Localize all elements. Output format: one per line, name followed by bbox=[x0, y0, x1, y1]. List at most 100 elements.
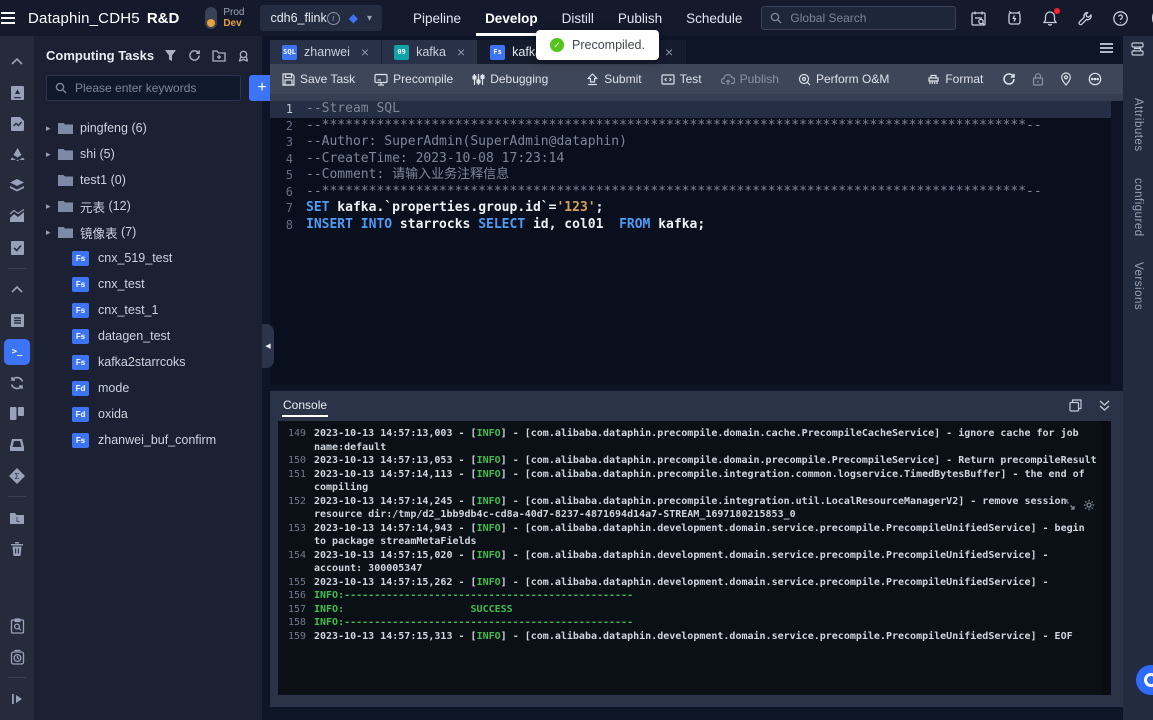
task-file-row[interactable]: Fs cnx_test_1 bbox=[46, 297, 250, 323]
rail-doc-list-icon[interactable] bbox=[0, 305, 34, 336]
rail-collapse-up2-icon[interactable] bbox=[0, 274, 34, 305]
rail-doc-chart-icon[interactable] bbox=[0, 108, 34, 139]
refresh-icon[interactable] bbox=[1002, 72, 1016, 86]
info-icon[interactable]: i bbox=[327, 12, 340, 25]
global-search[interactable] bbox=[761, 6, 956, 30]
rail-kanban-icon[interactable] bbox=[0, 398, 34, 429]
task-file-row[interactable]: Fd oxida bbox=[46, 401, 250, 427]
rail-doc-check-icon[interactable] bbox=[0, 232, 34, 263]
rail-doc-person-icon[interactable] bbox=[0, 77, 34, 108]
right-panel-tab[interactable]: Versions bbox=[1132, 262, 1144, 310]
precompile-button[interactable]: Precompile bbox=[374, 72, 453, 86]
perform-om-button[interactable]: Perform O&M bbox=[798, 72, 889, 86]
expand-arrow-icon[interactable]: ▸ bbox=[46, 123, 58, 134]
more-options-icon[interactable] bbox=[1088, 72, 1102, 86]
sql-code-editor[interactable]: 1 --Stream SQL 2 --*********************… bbox=[270, 94, 1123, 385]
save-task-button[interactable]: Save Task bbox=[282, 72, 355, 86]
lock-icon[interactable] bbox=[1032, 72, 1044, 86]
task-file-row[interactable]: Fs zhanwei_buf_confirm bbox=[46, 427, 250, 453]
project-name: cdh6_flink bbox=[270, 11, 326, 25]
rail-folder-l-icon[interactable]: L bbox=[0, 502, 34, 533]
nav-item[interactable]: Develop bbox=[482, 0, 541, 36]
task-file-row[interactable]: Fs cnx_test bbox=[46, 271, 250, 297]
tree-folder-row[interactable]: ▸ pingfeng (6) bbox=[46, 115, 250, 141]
right-panel-tab[interactable]: configured bbox=[1132, 178, 1144, 237]
folder-icon bbox=[58, 226, 73, 238]
console-scrollbar[interactable] bbox=[1101, 421, 1111, 695]
rail-area-chart-icon[interactable] bbox=[0, 201, 34, 232]
code-text: SET kafka.`properties.group.id`='123'; bbox=[306, 200, 603, 217]
task-gear-icon[interactable] bbox=[1006, 10, 1023, 27]
tree-folder-row[interactable]: ▸ 元表 (12) bbox=[46, 193, 250, 219]
text-segment: --Author: SuperAdmin(SuperAdmin@dataphin… bbox=[306, 134, 627, 149]
close-icon[interactable]: × bbox=[361, 44, 369, 60]
close-icon[interactable]: × bbox=[665, 44, 673, 60]
rail-collapse-up-icon[interactable] bbox=[0, 46, 34, 77]
expand-arrow-icon[interactable]: ▸ bbox=[46, 201, 58, 212]
rail-clipboard-search-icon[interactable] bbox=[0, 610, 34, 641]
rail-terminal-icon-active[interactable]: >_ bbox=[0, 336, 34, 367]
rail-timer-icon[interactable] bbox=[0, 641, 34, 672]
publish-button[interactable]: Publish bbox=[721, 72, 779, 86]
rail-pyramid-icon[interactable] bbox=[0, 139, 34, 170]
console-tab[interactable]: Console bbox=[282, 393, 328, 417]
submit-button[interactable]: Submit bbox=[586, 72, 641, 86]
rail-trash-icon[interactable] bbox=[0, 533, 34, 564]
expand-log-icon[interactable] bbox=[1064, 499, 1075, 511]
tab-kafka[interactable]: 09 kafka × bbox=[382, 40, 478, 64]
editor-vertical-scrollbar[interactable] bbox=[1111, 101, 1123, 385]
task-file-row[interactable]: Fd mode bbox=[46, 375, 250, 401]
filter-icon[interactable] bbox=[164, 49, 177, 62]
editor-top-strip bbox=[270, 94, 1123, 101]
log-settings-gear-icon[interactable] bbox=[1083, 499, 1095, 511]
rail-sync-icon[interactable] bbox=[0, 367, 34, 398]
debugging-button[interactable]: Debugging bbox=[472, 72, 548, 86]
format-button[interactable]: Format bbox=[927, 72, 983, 86]
notifications-bell-icon[interactable] bbox=[1042, 10, 1058, 27]
env-switch[interactable] bbox=[205, 7, 217, 29]
line-number: 8 bbox=[270, 217, 306, 234]
close-icon[interactable]: × bbox=[457, 44, 465, 60]
rail-basket-icon[interactable] bbox=[0, 429, 34, 460]
location-pin-icon[interactable] bbox=[1060, 72, 1072, 86]
text-segment: 2023-10-13 14:57:14,943 - [ bbox=[314, 523, 477, 534]
tools-wrench-icon[interactable] bbox=[1077, 10, 1093, 26]
right-panel-tab[interactable]: Attributes bbox=[1132, 98, 1144, 152]
sidebar-collapse-handle[interactable]: ◀ bbox=[262, 324, 274, 368]
dag-view-icon[interactable] bbox=[1130, 42, 1145, 56]
tree-folder-row[interactable]: ▸ test1 (0) bbox=[46, 167, 250, 193]
keyword-search-input[interactable] bbox=[73, 80, 232, 96]
new-folder-icon[interactable] bbox=[212, 49, 226, 62]
tree-folder-row[interactable]: ▸ 镜像表 (7) bbox=[46, 219, 250, 245]
env-toggle[interactable]: Prod Dev bbox=[205, 7, 244, 29]
tab-zhanwei[interactable]: SQL zhanwei × bbox=[270, 40, 382, 64]
nav-item[interactable]: Schedule bbox=[683, 0, 745, 36]
project-selector[interactable]: cdh6_flink i ◆ ▾ bbox=[260, 5, 382, 31]
collapse-console-icon[interactable] bbox=[1098, 399, 1111, 412]
tree-folder-row[interactable]: ▸ shi (5) bbox=[46, 141, 250, 167]
rail-expand-panel-icon[interactable] bbox=[0, 683, 34, 714]
log-line-text: 2023-10-13 14:57:13,053 - [INFO] - [com.… bbox=[314, 454, 1101, 468]
copy-log-icon[interactable] bbox=[1069, 399, 1082, 412]
task-file-row[interactable]: Fs kafka2starrcoks bbox=[46, 349, 250, 375]
schedule-list-icon[interactable] bbox=[970, 10, 987, 27]
hamburger-menu-icon[interactable] bbox=[0, 11, 16, 25]
help-question-icon[interactable] bbox=[1112, 10, 1129, 27]
keyword-search-box[interactable] bbox=[46, 75, 241, 101]
task-file-row[interactable]: Fs datagen_test bbox=[46, 323, 250, 349]
toast-message: Precompiled. bbox=[572, 38, 645, 52]
locate-pin-icon[interactable] bbox=[237, 49, 250, 62]
task-file-label: cnx_test bbox=[98, 277, 145, 291]
task-file-row[interactable]: Fs cnx_519_test bbox=[46, 245, 250, 271]
right-panel-tabs: Attributes configured Versions bbox=[1123, 36, 1153, 720]
global-search-input[interactable] bbox=[788, 10, 947, 26]
expand-arrow-icon[interactable]: ▸ bbox=[46, 149, 58, 160]
tab-list-menu-icon[interactable] bbox=[1099, 42, 1114, 56]
rail-sigma-icon[interactable]: Σ bbox=[0, 460, 34, 491]
refresh-icon[interactable] bbox=[188, 49, 201, 62]
nav-item[interactable]: Pipeline bbox=[410, 0, 464, 36]
rail-layers-icon[interactable] bbox=[0, 170, 34, 201]
test-button[interactable]: Test bbox=[661, 72, 702, 86]
chevron-down-icon[interactable]: ▾ bbox=[367, 13, 372, 24]
expand-arrow-icon[interactable]: ▸ bbox=[46, 227, 58, 238]
